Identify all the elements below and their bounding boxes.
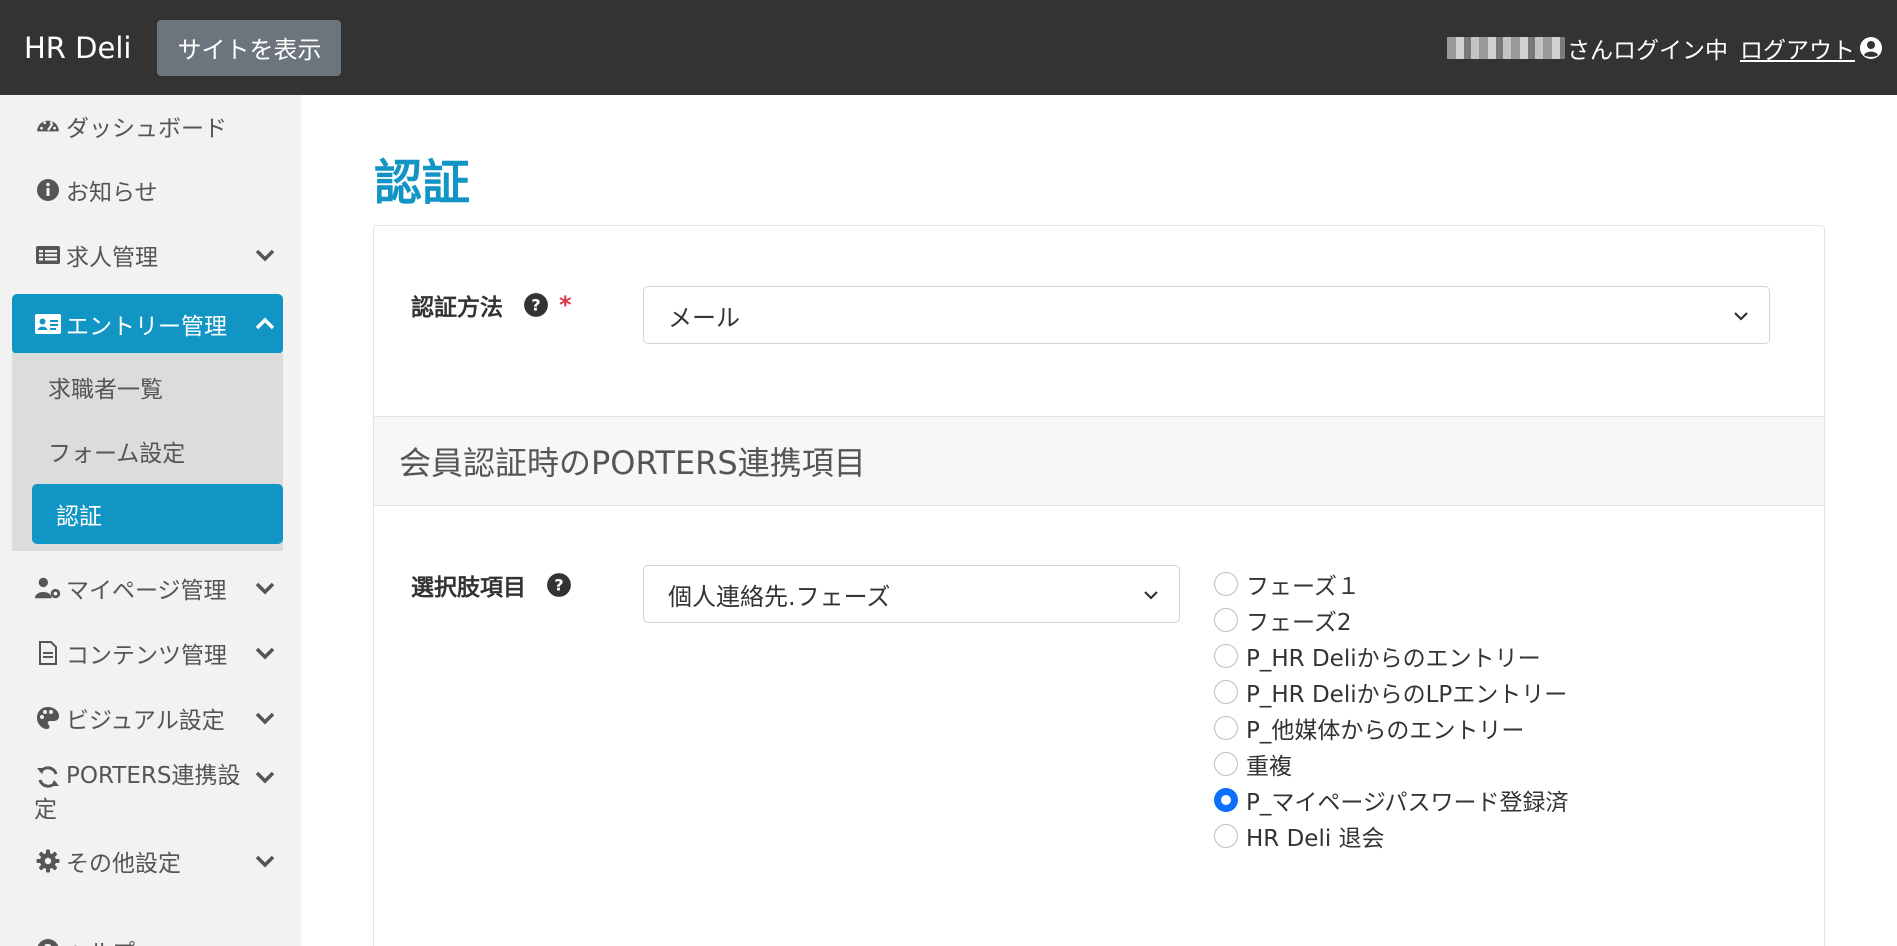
radio-option[interactable]: HR Deli 退会 bbox=[1214, 818, 1569, 854]
radio-button[interactable] bbox=[1214, 572, 1238, 596]
entry-submenu: 求職者一覧 フォーム設定 認証 bbox=[12, 353, 283, 551]
chevron-down-icon bbox=[255, 855, 275, 868]
radio-label: フェーズ2 bbox=[1246, 610, 1352, 636]
sidebar-item-other-settings[interactable]: その他設定 bbox=[12, 836, 283, 886]
login-status-text: さんログイン中 bbox=[1567, 37, 1728, 64]
sidebar-item-label: エントリー管理 bbox=[66, 314, 227, 340]
radio-button[interactable] bbox=[1214, 824, 1238, 848]
gear-icon bbox=[34, 847, 62, 875]
radio-label: フェーズ１ bbox=[1246, 574, 1360, 600]
choice-field-select[interactable]: 個人連絡先.フェーズ bbox=[643, 565, 1180, 623]
sidebar-item-dashboard[interactable]: ダッシュボード bbox=[12, 101, 283, 151]
radio-button-checked[interactable] bbox=[1214, 788, 1238, 812]
radio-option[interactable]: 重複 bbox=[1214, 746, 1569, 782]
chevron-up-icon bbox=[255, 317, 275, 330]
sidebar-item-label: PORTERS連携設定 bbox=[34, 763, 241, 823]
chevron-down-icon bbox=[1144, 591, 1158, 600]
question-circle-icon: ? bbox=[34, 936, 62, 946]
sidebar-item-label: お知らせ bbox=[66, 180, 158, 206]
dashboard-gauge-icon bbox=[34, 112, 62, 140]
sidebar-item-visual[interactable]: ビジュアル設定 bbox=[12, 693, 283, 743]
auth-method-value: メール bbox=[668, 303, 740, 332]
svg-text:?: ? bbox=[554, 575, 563, 594]
auth-method-label: 認証方法 ? * bbox=[411, 288, 572, 322]
radio-option[interactable]: P_他媒体からのエントリー bbox=[1214, 710, 1569, 746]
sidebar: ダッシュボード お知らせ 求人管理 エントリー管理 求職者一覧 フォーム設定 認… bbox=[0, 95, 301, 946]
chevron-down-icon bbox=[255, 582, 275, 595]
choice-field-value: 個人連絡先.フェーズ bbox=[668, 582, 891, 611]
radio-label: P_マイページパスワード登録済 bbox=[1246, 790, 1569, 816]
required-mark: * bbox=[559, 291, 572, 319]
chevron-down-icon bbox=[255, 712, 275, 725]
blurred-username bbox=[1447, 36, 1565, 59]
view-site-button[interactable]: サイトを表示 bbox=[157, 19, 342, 76]
radio-button[interactable] bbox=[1214, 608, 1238, 632]
submenu-item-form-settings[interactable]: フォーム設定 bbox=[12, 421, 263, 481]
sidebar-item-help[interactable]: ? ヘルプ bbox=[12, 925, 283, 946]
top-navbar: HR Deli サイトを表示 さんログイン中 ログアウト bbox=[0, 0, 1897, 95]
radio-option[interactable]: P_マイページパスワード登録済 bbox=[1214, 782, 1569, 818]
auth-method-select[interactable]: メール bbox=[643, 286, 1770, 344]
sidebar-item-notices[interactable]: お知らせ bbox=[12, 165, 283, 215]
sidebar-item-label: ヘルプ bbox=[66, 933, 135, 946]
radio-option[interactable]: フェーズ2 bbox=[1214, 602, 1569, 638]
radio-label: P_HR Deliからのエントリー bbox=[1246, 646, 1541, 672]
sidebar-item-label: コンテンツ管理 bbox=[66, 643, 227, 669]
sidebar-item-porters[interactable]: PORTERS連携設定 bbox=[12, 759, 283, 825]
choice-field-label: 選択肢項目 ? bbox=[411, 568, 572, 602]
user-cog-icon bbox=[34, 574, 62, 602]
palette-icon bbox=[34, 704, 62, 732]
svg-text:?: ? bbox=[44, 941, 53, 946]
auth-settings-card: 認証方法 ? * メール 会員認証時のPORTERS連携項目 選択肢項目 ? 個… bbox=[373, 225, 1825, 946]
sidebar-item-contents[interactable]: コンテンツ管理 bbox=[12, 628, 283, 678]
radio-option[interactable]: フェーズ１ bbox=[1214, 566, 1569, 602]
radio-option[interactable]: P_HR DeliからのLPエントリー bbox=[1214, 674, 1569, 710]
sidebar-item-label: ダッシュボード bbox=[66, 116, 227, 142]
sidebar-item-label: ビジュアル設定 bbox=[66, 708, 225, 734]
radio-button[interactable] bbox=[1214, 644, 1238, 668]
info-circle-icon bbox=[34, 176, 62, 204]
chevron-down-icon bbox=[255, 771, 275, 784]
submenu-item-jobseekers[interactable]: 求職者一覧 bbox=[12, 357, 263, 417]
svg-text:?: ? bbox=[531, 295, 540, 314]
radio-label: P_他媒体からのエントリー bbox=[1246, 718, 1525, 744]
help-icon[interactable]: ? bbox=[523, 292, 549, 318]
radio-label: 重複 bbox=[1246, 754, 1292, 780]
radio-button[interactable] bbox=[1214, 680, 1238, 704]
auth-method-label-text: 認証方法 bbox=[411, 295, 503, 321]
radio-label: P_HR DeliからのLPエントリー bbox=[1246, 682, 1568, 708]
id-card-icon bbox=[34, 310, 62, 338]
sidebar-item-label: 求人管理 bbox=[66, 245, 158, 271]
radio-button[interactable] bbox=[1214, 752, 1238, 776]
chevron-down-icon bbox=[255, 249, 275, 262]
sidebar-item-label: マイページ管理 bbox=[66, 578, 227, 604]
sidebar-item-mypage[interactable]: マイページ管理 bbox=[12, 563, 283, 613]
radio-button[interactable] bbox=[1214, 716, 1238, 740]
chevron-down-icon bbox=[255, 647, 275, 660]
phase-radio-group: フェーズ１ フェーズ2 P_HR Deliからのエントリー P_HR Deliか… bbox=[1214, 566, 1569, 854]
user-area: さんログイン中 ログアウト bbox=[1447, 0, 1883, 95]
section-heading: 会員認証時のPORTERS連携項目 bbox=[374, 416, 1824, 506]
sidebar-item-label: その他設定 bbox=[66, 851, 181, 877]
choice-field-label-text: 選択肢項目 bbox=[411, 575, 526, 601]
submenu-item-authentication[interactable]: 認証 bbox=[32, 484, 283, 544]
page-title: 認証 bbox=[374, 155, 471, 211]
logout-link[interactable]: ログアウト bbox=[1740, 31, 1855, 65]
help-icon[interactable]: ? bbox=[546, 572, 572, 598]
user-circle-icon[interactable] bbox=[1859, 36, 1883, 60]
radio-label: HR Deli 退会 bbox=[1246, 826, 1385, 852]
file-icon bbox=[34, 639, 62, 667]
list-alt-icon bbox=[34, 241, 62, 269]
radio-option[interactable]: P_HR Deliからのエントリー bbox=[1214, 638, 1569, 674]
brand-logo[interactable]: HR Deli bbox=[24, 31, 131, 65]
sidebar-item-jobs[interactable]: 求人管理 bbox=[12, 230, 283, 280]
sidebar-item-entry-management[interactable]: エントリー管理 bbox=[12, 294, 283, 354]
chevron-down-icon bbox=[1734, 312, 1748, 321]
